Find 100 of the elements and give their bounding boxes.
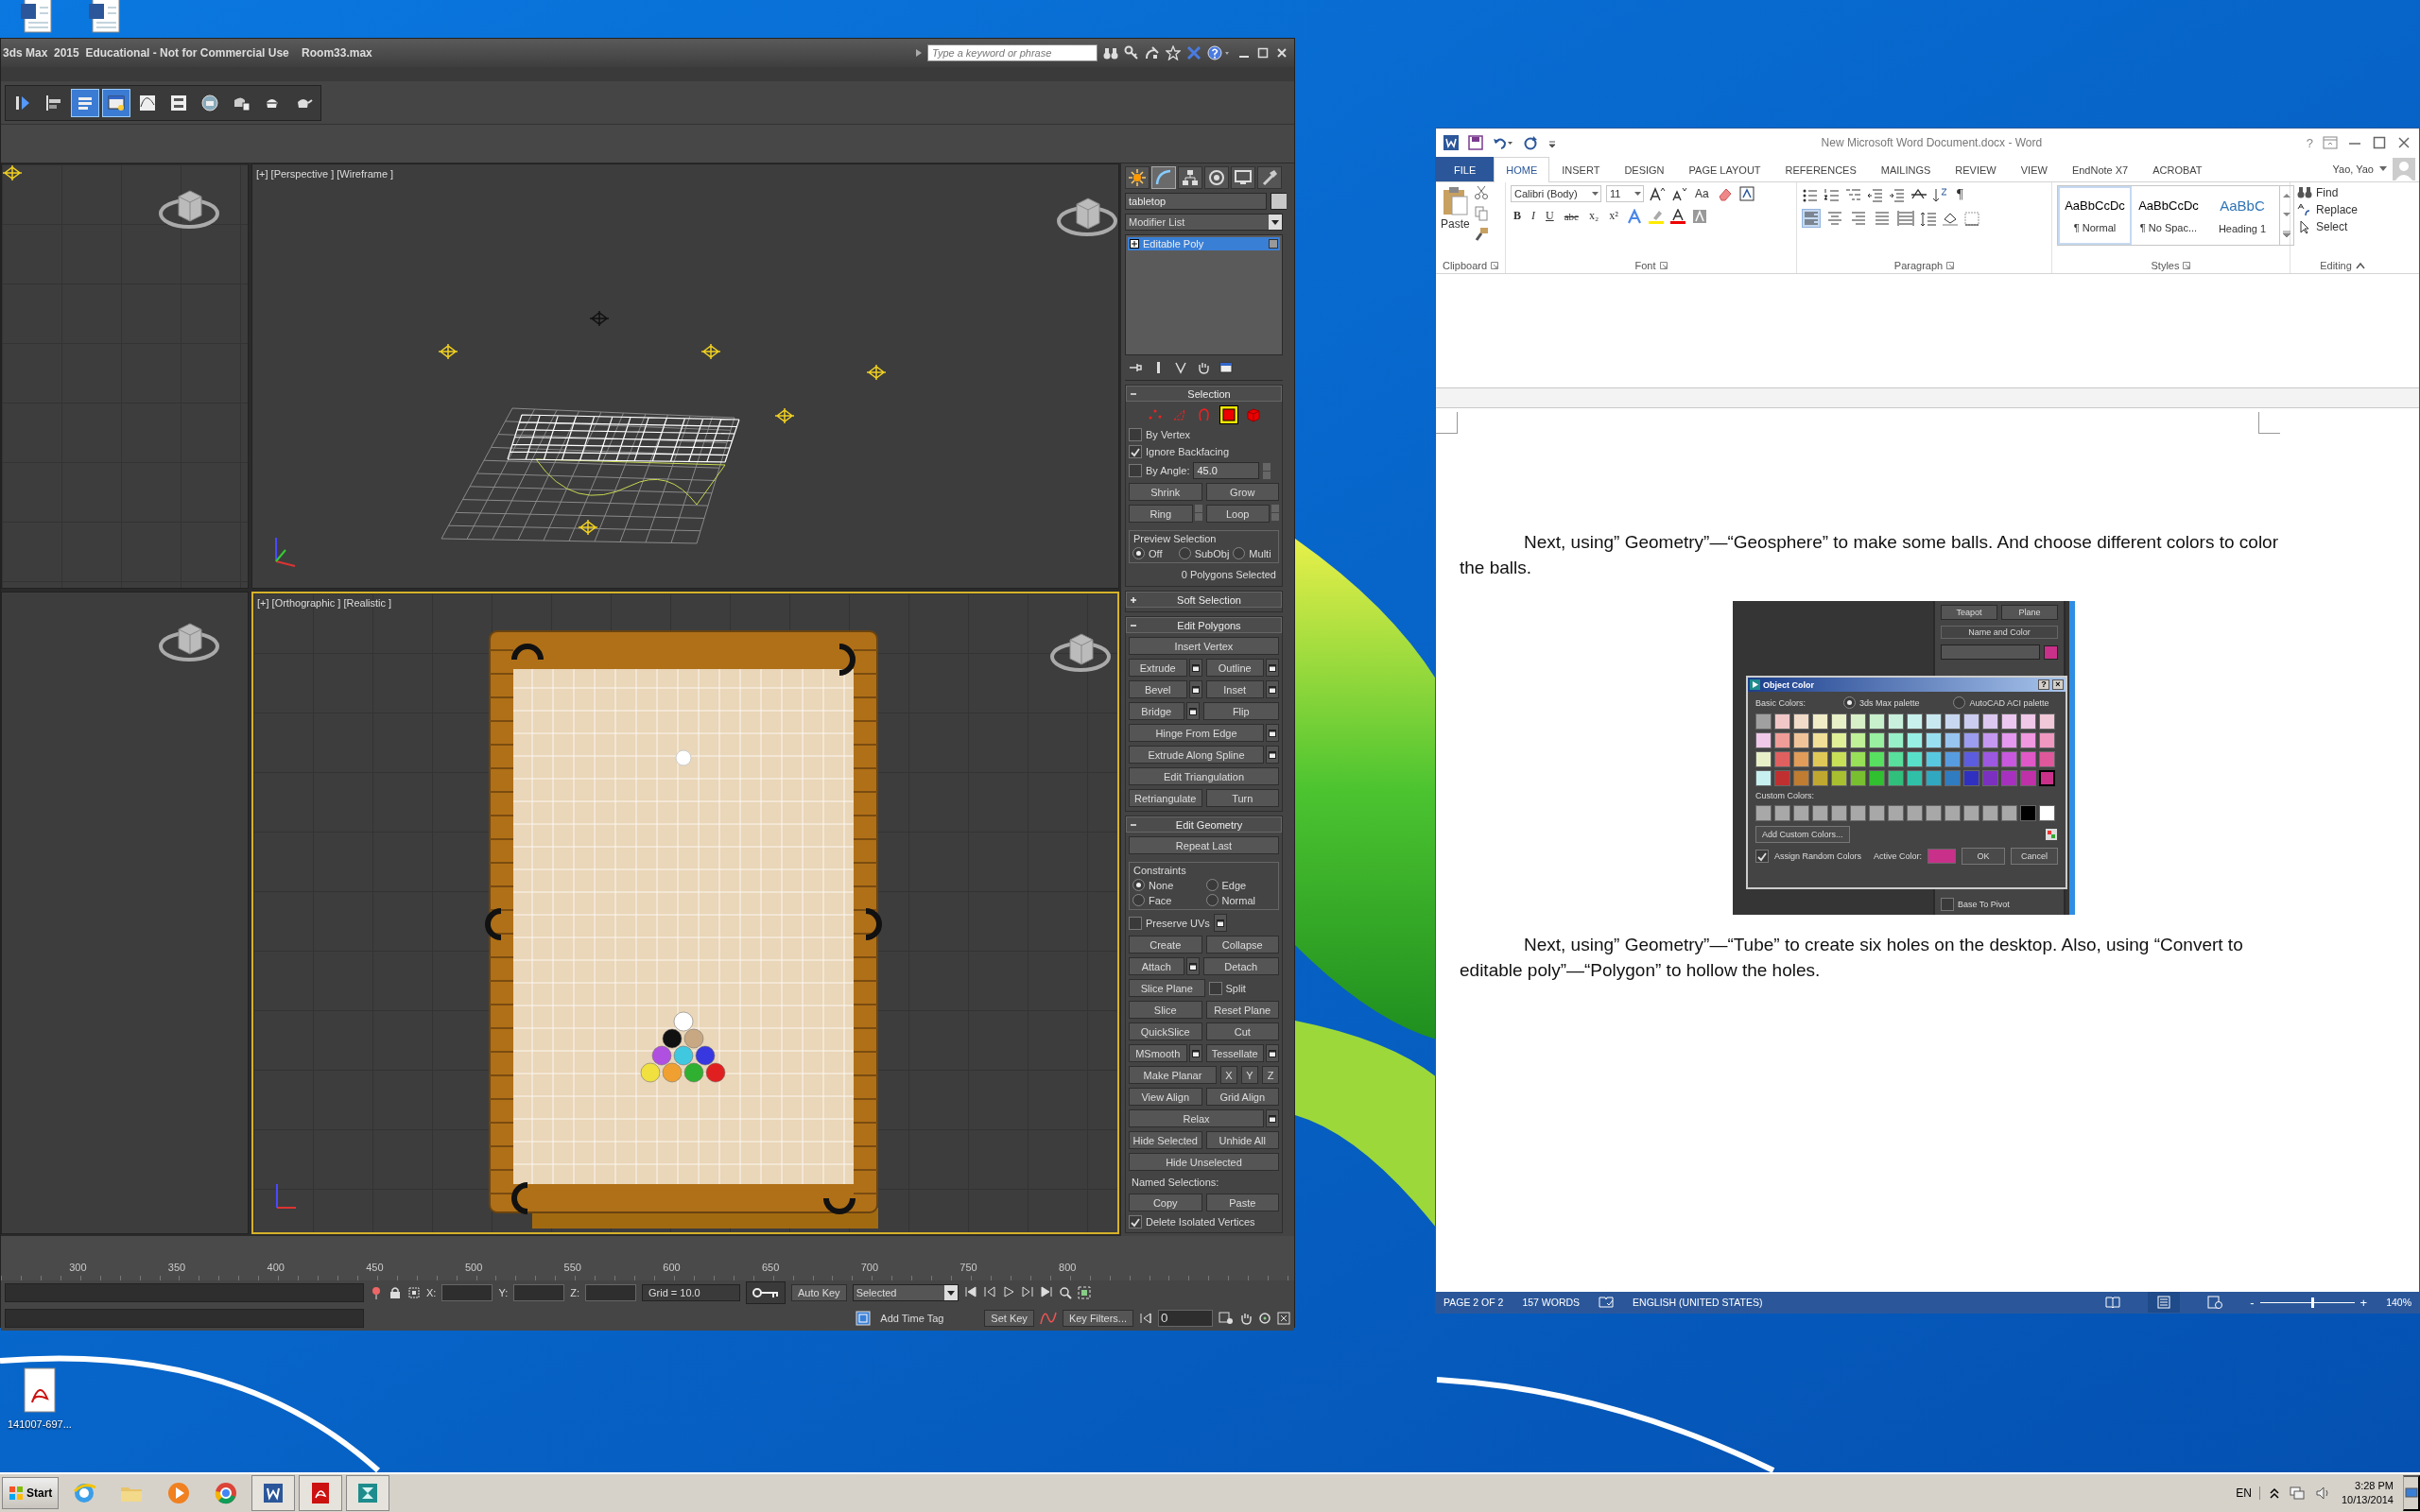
auto-key-button[interactable]: Auto Key: [791, 1284, 847, 1302]
stack-item[interactable]: Editable Poly: [1128, 237, 1280, 250]
zoom-level[interactable]: 140%: [2386, 1297, 2411, 1308]
help-button[interactable]: ?: [2038, 679, 2049, 690]
ribbon-tab[interactable]: HOME: [1494, 157, 1550, 182]
ribbon-tab[interactable]: FILE: [1436, 157, 1495, 181]
ribbon-tab[interactable]: VIEW: [2008, 157, 2060, 181]
editing-button[interactable]: Select: [2295, 219, 2390, 234]
tool-button[interactable]: Make Planar: [1129, 1066, 1217, 1084]
font-size-field[interactable]: 11: [1606, 185, 1644, 202]
start-button[interactable]: Start: [2, 1477, 60, 1509]
rollout-header[interactable]: Selection: [1126, 386, 1282, 402]
ribbon-tab[interactable]: MAILINGS: [1868, 157, 1944, 181]
tool-button[interactable]: Inset: [1205, 680, 1264, 698]
tool-button[interactable]: Flip: [1202, 702, 1279, 720]
page-count[interactable]: PAGE 2 OF 2: [1443, 1297, 1504, 1308]
tool-button[interactable]: Hinge From Edge: [1129, 724, 1264, 742]
add-custom-colors-button[interactable]: Add Custom Colors...: [1755, 826, 1850, 843]
change-case-button[interactable]: Aa: [1692, 186, 1712, 201]
format-button[interactable]: x²: [1606, 208, 1621, 224]
tool-button[interactable]: Insert Vertex: [1129, 637, 1279, 655]
tool-button[interactable]: Turn: [1205, 789, 1279, 807]
language-indicator[interactable]: EN: [2236, 1486, 2260, 1500]
format-button[interactable]: B: [1511, 208, 1524, 224]
cancel-button[interactable]: Cancel: [2011, 848, 2058, 865]
tool-button[interactable]: Hide Unselected: [1129, 1153, 1279, 1171]
show-marks-button[interactable]: ¶: [1954, 185, 1966, 203]
font-name-field[interactable]: Calibri (Body): [1511, 185, 1601, 202]
editing-button[interactable]: Find: [2295, 185, 2390, 200]
ribbon-tab[interactable]: INSERT: [1549, 157, 1613, 181]
user-name[interactable]: Yao, Yao: [2332, 163, 2374, 175]
tool-button[interactable]: Grow: [1205, 483, 1279, 501]
search-field[interactable]: Type a keyword or phrase: [927, 44, 1098, 61]
set-key-button[interactable]: Set Key: [984, 1309, 1034, 1327]
tool-button[interactable]: MSmooth: [1129, 1044, 1187, 1062]
style-option[interactable]: AaBbCcDc ¶ Normal: [2058, 186, 2132, 245]
tool-button[interactable]: View Align: [1129, 1088, 1202, 1106]
tool-button[interactable]: Relax: [1129, 1109, 1264, 1127]
viewport[interactable]: [+] [Orthographic ] [Realistic ]: [251, 592, 1119, 1234]
viewport-label[interactable]: [+] [Orthographic ] [Realistic ]: [257, 597, 392, 609]
object-name-field[interactable]: tabletop: [1125, 193, 1267, 210]
tool-button[interactable]: Attach: [1129, 957, 1184, 975]
tool-button[interactable]: Edit Triangulation: [1129, 767, 1279, 785]
rollout-header[interactable]: Edit Geometry: [1126, 816, 1282, 833]
tool-button[interactable]: Create: [1129, 936, 1202, 954]
key-filters-button[interactable]: Key Filters...: [1062, 1309, 1133, 1327]
format-button[interactable]: abc: [1561, 209, 1582, 223]
word-count[interactable]: 157 WORDS: [1522, 1297, 1581, 1308]
ribbon-tab[interactable]: REFERENCES: [1772, 157, 1869, 181]
angle-field[interactable]: 45.0: [1193, 462, 1260, 479]
frame-field[interactable]: 0: [1158, 1309, 1213, 1327]
paste-button[interactable]: Paste: [1441, 185, 1470, 260]
tool-button[interactable]: Extrude Along Spline: [1129, 746, 1264, 764]
tool-button[interactable]: Reset Plane: [1205, 1001, 1279, 1019]
rollout-header[interactable]: Edit Polygons: [1126, 617, 1282, 633]
close-button[interactable]: ×: [2052, 679, 2064, 690]
tool-button[interactable]: Slice: [1129, 1001, 1202, 1019]
editing-button[interactable]: Replace: [2295, 202, 2390, 217]
format-button[interactable]: I: [1529, 208, 1538, 224]
icon-label[interactable]: 141007-697...: [8, 1418, 72, 1430]
tool-button[interactable]: Tessellate: [1205, 1044, 1264, 1062]
tool-button[interactable]: Retriangulate: [1129, 789, 1202, 807]
clock[interactable]: 3:28 PM 10/13/2014: [2341, 1479, 2394, 1507]
tool-button[interactable]: Collapse: [1205, 936, 1279, 954]
axis-button[interactable]: Y: [1241, 1066, 1258, 1084]
tool-button[interactable]: Repeat Last: [1129, 836, 1279, 854]
language-label[interactable]: ENGLISH (UNITED STATES): [1633, 1297, 1763, 1308]
viewport[interactable]: [+] [Perspective ] [Wireframe ]: [251, 163, 1119, 589]
tool-button[interactable]: Extrude: [1129, 659, 1187, 677]
tool-button[interactable]: Bridge: [1129, 702, 1184, 720]
axis-button[interactable]: Z: [1262, 1066, 1279, 1084]
format-button[interactable]: x₂: [1585, 208, 1602, 224]
tool-button[interactable]: Bevel: [1129, 680, 1187, 698]
tool-button[interactable]: Outline: [1205, 659, 1264, 677]
object-button[interactable]: Plane: [2001, 605, 2058, 620]
tool-button[interactable]: Paste: [1205, 1194, 1279, 1211]
tool-button[interactable]: Shrink: [1129, 483, 1202, 501]
zoom-in-button[interactable]: +: [2360, 1295, 2368, 1310]
ribbon-tab[interactable]: REVIEW: [1943, 157, 2009, 181]
ribbon-tab[interactable]: ACROBAT: [2140, 157, 2215, 181]
tool-button[interactable]: Slice Plane: [1129, 979, 1205, 997]
viewport-label[interactable]: [+] [Perspective ] [Wireframe ]: [256, 168, 394, 180]
modifier-dropdown[interactable]: Modifier List: [1125, 214, 1283, 231]
rollout-header[interactable]: Soft Selection: [1126, 592, 1282, 608]
ribbon-tab[interactable]: EndNote X7: [2059, 157, 2141, 181]
tool-button[interactable]: Ring: [1129, 505, 1193, 523]
tool-button[interactable]: Loop: [1205, 505, 1270, 523]
tool-button[interactable]: Hide Selected: [1129, 1131, 1202, 1149]
timeline-ruler[interactable]: 300 350 400 450 500 550 600 650 700 750 800: [1, 1236, 1294, 1280]
rollout-header[interactable]: Name and Color: [1941, 626, 2058, 639]
tool-button[interactable]: Detach: [1202, 957, 1279, 975]
tool-button[interactable]: Grid Align: [1205, 1088, 1279, 1106]
axis-button[interactable]: X: [1220, 1066, 1237, 1084]
tool-button[interactable]: QuickSlice: [1129, 1022, 1202, 1040]
tool-button[interactable]: Unhide All: [1205, 1131, 1279, 1149]
ribbon-tab[interactable]: PAGE LAYOUT: [1676, 157, 1773, 181]
key-mode-dropdown[interactable]: Selected: [852, 1284, 959, 1302]
object-button[interactable]: Teapot: [1941, 605, 1997, 620]
format-button[interactable]: U: [1543, 208, 1557, 224]
tool-button[interactable]: Cut: [1205, 1022, 1279, 1040]
